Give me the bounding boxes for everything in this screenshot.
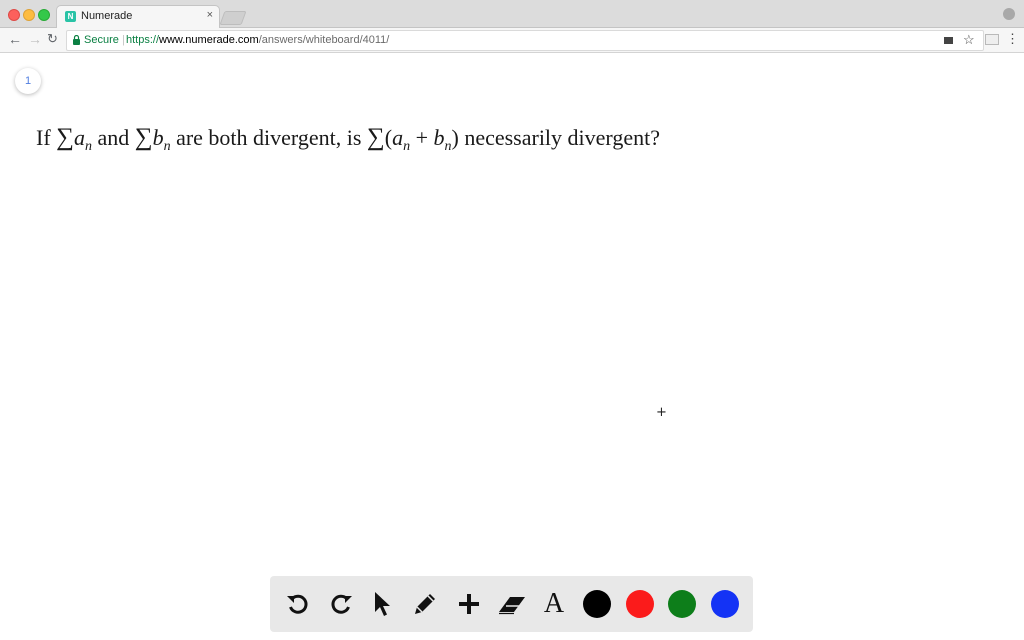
browser-toolbar: ← → ↻ Secure | https://www.numerade.com/… — [0, 28, 1024, 53]
question-tail: necessarily divergent? — [464, 125, 660, 150]
reload-icon[interactable]: ↻ — [47, 31, 58, 47]
window-maximize-button[interactable] — [38, 9, 50, 21]
term-b: b — [152, 125, 164, 150]
redo-icon[interactable] — [326, 589, 356, 619]
color-swatch-red[interactable] — [626, 590, 654, 618]
back-arrow-icon[interactable]: ← — [8, 31, 22, 47]
browser-titlebar: N Numerade × — [0, 0, 1024, 28]
cast-icon[interactable] — [985, 34, 999, 45]
url-separator: | — [122, 34, 125, 46]
page-number-badge[interactable]: 1 — [15, 68, 41, 94]
subscript-n-1: n — [84, 139, 92, 154]
window-minimize-button[interactable] — [23, 9, 35, 21]
text-icon[interactable]: A — [539, 589, 569, 619]
tab-close-icon[interactable]: × — [207, 9, 213, 21]
sum-sigma-2: ∑ — [134, 124, 153, 151]
sum-sigma-1: ∑ — [56, 124, 74, 151]
url-scheme: https:// — [126, 34, 160, 46]
color-swatch-black[interactable] — [583, 590, 611, 618]
text-tool-glyph: A — [543, 588, 565, 619]
numerade-favicon-icon: N — [65, 11, 76, 22]
add-icon[interactable] — [454, 589, 484, 619]
question-are-both: are both divergent, is — [176, 125, 362, 150]
url-path: /answers/whiteboard/4011/ — [258, 34, 390, 46]
menu-dots-icon[interactable]: ⋮ — [1006, 31, 1019, 47]
new-tab-button[interactable] — [219, 11, 247, 25]
browser-tab[interactable]: N Numerade × — [56, 5, 220, 28]
lock-icon — [73, 35, 80, 45]
pencil-icon[interactable] — [410, 589, 440, 619]
subscript-n-3: n — [403, 139, 411, 154]
subscript-n-4: n — [444, 139, 452, 154]
window-close-button[interactable] — [8, 9, 20, 21]
plus-sign: + — [415, 125, 428, 150]
open-paren: ( — [384, 125, 393, 150]
term-b-2: b — [433, 125, 445, 150]
question-if: If — [36, 125, 51, 150]
color-swatch-green[interactable] — [668, 590, 696, 618]
address-bar[interactable]: Secure | https://www.numerade.com/answer… — [66, 30, 984, 51]
undo-icon[interactable] — [283, 589, 313, 619]
drawing-toolbar: A — [270, 576, 753, 632]
close-paren: ) — [451, 125, 459, 150]
url-host: www.numerade.com — [159, 34, 259, 46]
url-text[interactable]: https://www.numerade.com/answers/whitebo… — [126, 34, 389, 46]
color-swatch-blue[interactable] — [711, 590, 739, 618]
forward-arrow-icon[interactable]: → — [28, 31, 42, 47]
tab-title: Numerade — [81, 10, 133, 22]
secure-label: Secure — [84, 34, 119, 46]
question-and: and — [97, 125, 130, 150]
pointer-icon[interactable] — [367, 589, 397, 619]
term-a: a — [73, 125, 85, 150]
crosshair-cursor-icon: + — [656, 405, 667, 420]
question-text: If ∑an and ∑bn are both divergent, is ∑(… — [36, 124, 660, 154]
eraser-icon[interactable] — [497, 589, 527, 619]
subscript-n-2: n — [163, 139, 171, 154]
camera-icon[interactable] — [944, 37, 953, 44]
profile-icon[interactable] — [1003, 8, 1015, 20]
sum-sigma-3: ∑ — [366, 124, 385, 151]
bookmark-star-icon[interactable]: ☆ — [963, 32, 975, 48]
term-a-2: a — [392, 125, 404, 150]
